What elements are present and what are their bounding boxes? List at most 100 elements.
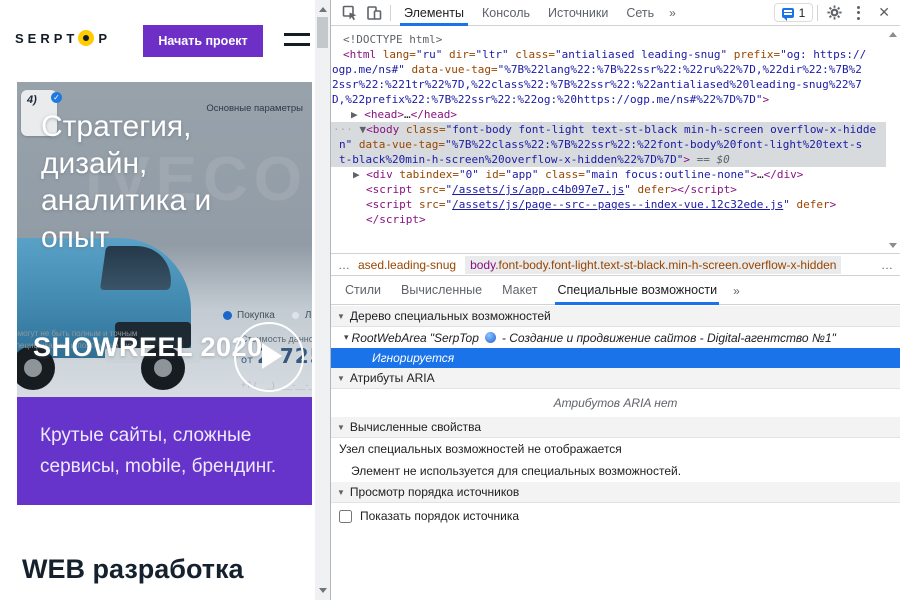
hamburger-menu-icon[interactable] [284, 33, 310, 53]
hero-slide[interactable]: IVECO 4) ✓ Основные параметры Стратегия,… [17, 82, 312, 397]
code-token: " [624, 183, 631, 196]
tree-row-ignored-selected[interactable]: Игнорируется [331, 348, 900, 368]
code-token: </script> [366, 213, 426, 226]
code-token: ogp.me/ns#" [332, 63, 405, 76]
device-toolbar-icon[interactable] [362, 0, 386, 26]
code-token: … [757, 168, 764, 181]
code-token: "0" [459, 168, 479, 181]
expand-icon: ▾ [344, 332, 349, 343]
scrollbar-thumb[interactable] [317, 17, 328, 48]
play-button[interactable] [234, 322, 304, 392]
code-line[interactable]: t-black%20min-h-screen%20overflow-x-hidd… [331, 152, 886, 167]
code-token: data-vue-tag= [405, 63, 498, 76]
code-line[interactable]: ▶ <head>…</head> [331, 107, 886, 122]
code-line[interactable]: <script src="/assets/js/app.c4b097e7.js"… [331, 182, 886, 197]
section-accessibility-tree[interactable]: ▼ Дерево специальных возможностей [331, 306, 900, 327]
code-token: " [783, 198, 790, 211]
verified-check-icon: ✓ [51, 92, 62, 103]
inspect-element-icon[interactable] [338, 0, 362, 26]
code-line[interactable]: 2ssr%22:%221tr%22%7D,%22class%22:%7B%22s… [331, 77, 886, 92]
code-token: defer [631, 183, 671, 196]
code-line[interactable]: <script src="/assets/js/page--src--pages… [331, 197, 886, 212]
tree-row-rootwebarea[interactable]: ▾ RootWebArea "SerpTop - Создание и прод… [331, 327, 900, 348]
logo-text-right: P [98, 31, 111, 46]
start-project-button[interactable]: Начать проект [143, 25, 263, 57]
tab-elements[interactable]: Элементы [395, 0, 473, 26]
toolbar-separator [390, 5, 391, 21]
code-line[interactable]: </script> [331, 212, 886, 227]
show-source-order-checkbox[interactable] [339, 510, 352, 523]
code-token: "main focus:outline-none" [585, 168, 751, 181]
more-tabs-icon[interactable]: » [663, 6, 682, 20]
code-token: "app" [505, 168, 538, 181]
code-token: class= [538, 168, 584, 181]
code-token: … [404, 108, 411, 121]
tab-console[interactable]: Консоль [473, 0, 539, 26]
elements-code-tree[interactable]: <!DOCTYPE html><html lang="ru" dir="ltr"… [331, 27, 886, 253]
code-token: data-vue-tag= [352, 138, 445, 151]
code-line[interactable]: ··· ▼<body class="font-body font-light t… [331, 122, 886, 137]
scroll-down-icon[interactable] [889, 243, 897, 248]
code-line[interactable]: <html lang="ru" dir="ltr" class="antiali… [331, 47, 886, 62]
code-token: > [830, 198, 837, 211]
code-line[interactable]: D,%22prefix%22:%7B%22ssr%22:%22og:%20htt… [331, 92, 886, 107]
section-computed-properties[interactable]: ▼ Вычисленные свойства [331, 417, 900, 438]
web-dev-section-title: WEB разработка [22, 554, 244, 585]
code-token: prefix= [727, 48, 780, 61]
code-line[interactable]: <!DOCTYPE html> [331, 32, 886, 47]
scroll-up-icon[interactable] [889, 32, 897, 37]
code-token: 2ssr%22:%221tr%22%7D,%22class%22:%7B%22s… [332, 78, 862, 91]
radio-buy[interactable]: Покупка [223, 310, 275, 321]
purple-banner: Крутые сайты, сложные сервисы, mobile, б… [17, 397, 312, 505]
section-aria-attributes[interactable]: ▼ Атрибуты ARIA [331, 368, 900, 389]
more-tabs-icon[interactable]: » [727, 284, 746, 298]
code-line[interactable]: ▶ <div tabindex="0" id="app" class="main… [331, 167, 886, 182]
radio-selected-icon [223, 311, 232, 320]
scroll-up-icon[interactable] [319, 7, 327, 12]
element-not-used-message: Элемент не используется для специальных … [331, 460, 900, 482]
tab-sources[interactable]: Источники [539, 0, 617, 26]
tab-accessibility[interactable]: Специальные возможности [547, 277, 727, 305]
code-token: t-black%20min-h-screen%20overflow-x-hidd… [339, 153, 683, 166]
code-token: src= [412, 183, 445, 196]
code-token: dir= [442, 48, 475, 61]
code-token: D,%22prefix%22:%7B%22ssr%22:%22og:%20htt… [332, 93, 762, 106]
radio-lease[interactable]: Лизинг [291, 310, 312, 321]
code-token: "ru" [416, 48, 443, 61]
close-icon[interactable]: ✕ [870, 4, 900, 21]
tab-network[interactable]: Сеть [617, 0, 663, 26]
dom-breadcrumb: … ased.leading-snug body.font-body.font-… [331, 253, 900, 276]
breadcrumb-html[interactable]: ased.leading-snug [358, 258, 456, 272]
code-token: == $0 [690, 153, 730, 166]
code-line[interactable]: ogp.me/ns#" data-vue-tag="%7B%22lang%22:… [331, 62, 886, 77]
breadcrumb-overflow-left[interactable]: … [338, 258, 350, 272]
code-token: <script [366, 198, 412, 211]
radio-unselected-icon [291, 311, 300, 320]
breadcrumb-overflow-right[interactable]: … [881, 258, 893, 272]
section-source-order[interactable]: ▼ Просмотр порядка источников [331, 482, 900, 503]
settings-gear-icon[interactable] [822, 0, 846, 26]
code-line[interactable]: n" data-vue-tag="%7B%22class%22:%7B%22ss… [331, 137, 886, 152]
logo-text-left: SERPT [15, 31, 78, 46]
accessibility-pane: ▼ Дерево специальных возможностей ▾ Root… [331, 306, 900, 600]
code-scrollbar[interactable] [886, 27, 900, 253]
tab-styles[interactable]: Стили [335, 277, 391, 305]
serptop-logo[interactable]: SERPT P [15, 30, 111, 46]
node-not-displayed-message: Узел специальных возможностей не отображ… [331, 438, 900, 460]
breadcrumb-body[interactable]: body.font-body.font-light.text-st-black.… [465, 256, 841, 274]
code-token: ··· [333, 123, 360, 136]
code-token: <script [366, 183, 412, 196]
tab-layout[interactable]: Макет [492, 277, 547, 305]
kebab-menu-icon[interactable] [846, 0, 870, 26]
devtools-panel: Элементы Консоль Источники Сеть » 1 ✕ <!… [330, 0, 900, 600]
show-source-order-label: Показать порядок источника [360, 509, 519, 523]
scroll-down-icon[interactable] [319, 588, 327, 593]
issues-badge[interactable]: 1 [774, 3, 814, 22]
tab-computed[interactable]: Вычисленные [391, 277, 492, 305]
showreel-title: SHOWREEL 2020 [33, 332, 263, 363]
code-token: > [762, 93, 769, 106]
code-token: "ltr" [476, 48, 509, 61]
expand-icon: ▼ [337, 374, 345, 383]
page-scrollbar[interactable] [315, 0, 330, 600]
code-token: <div [366, 168, 393, 181]
